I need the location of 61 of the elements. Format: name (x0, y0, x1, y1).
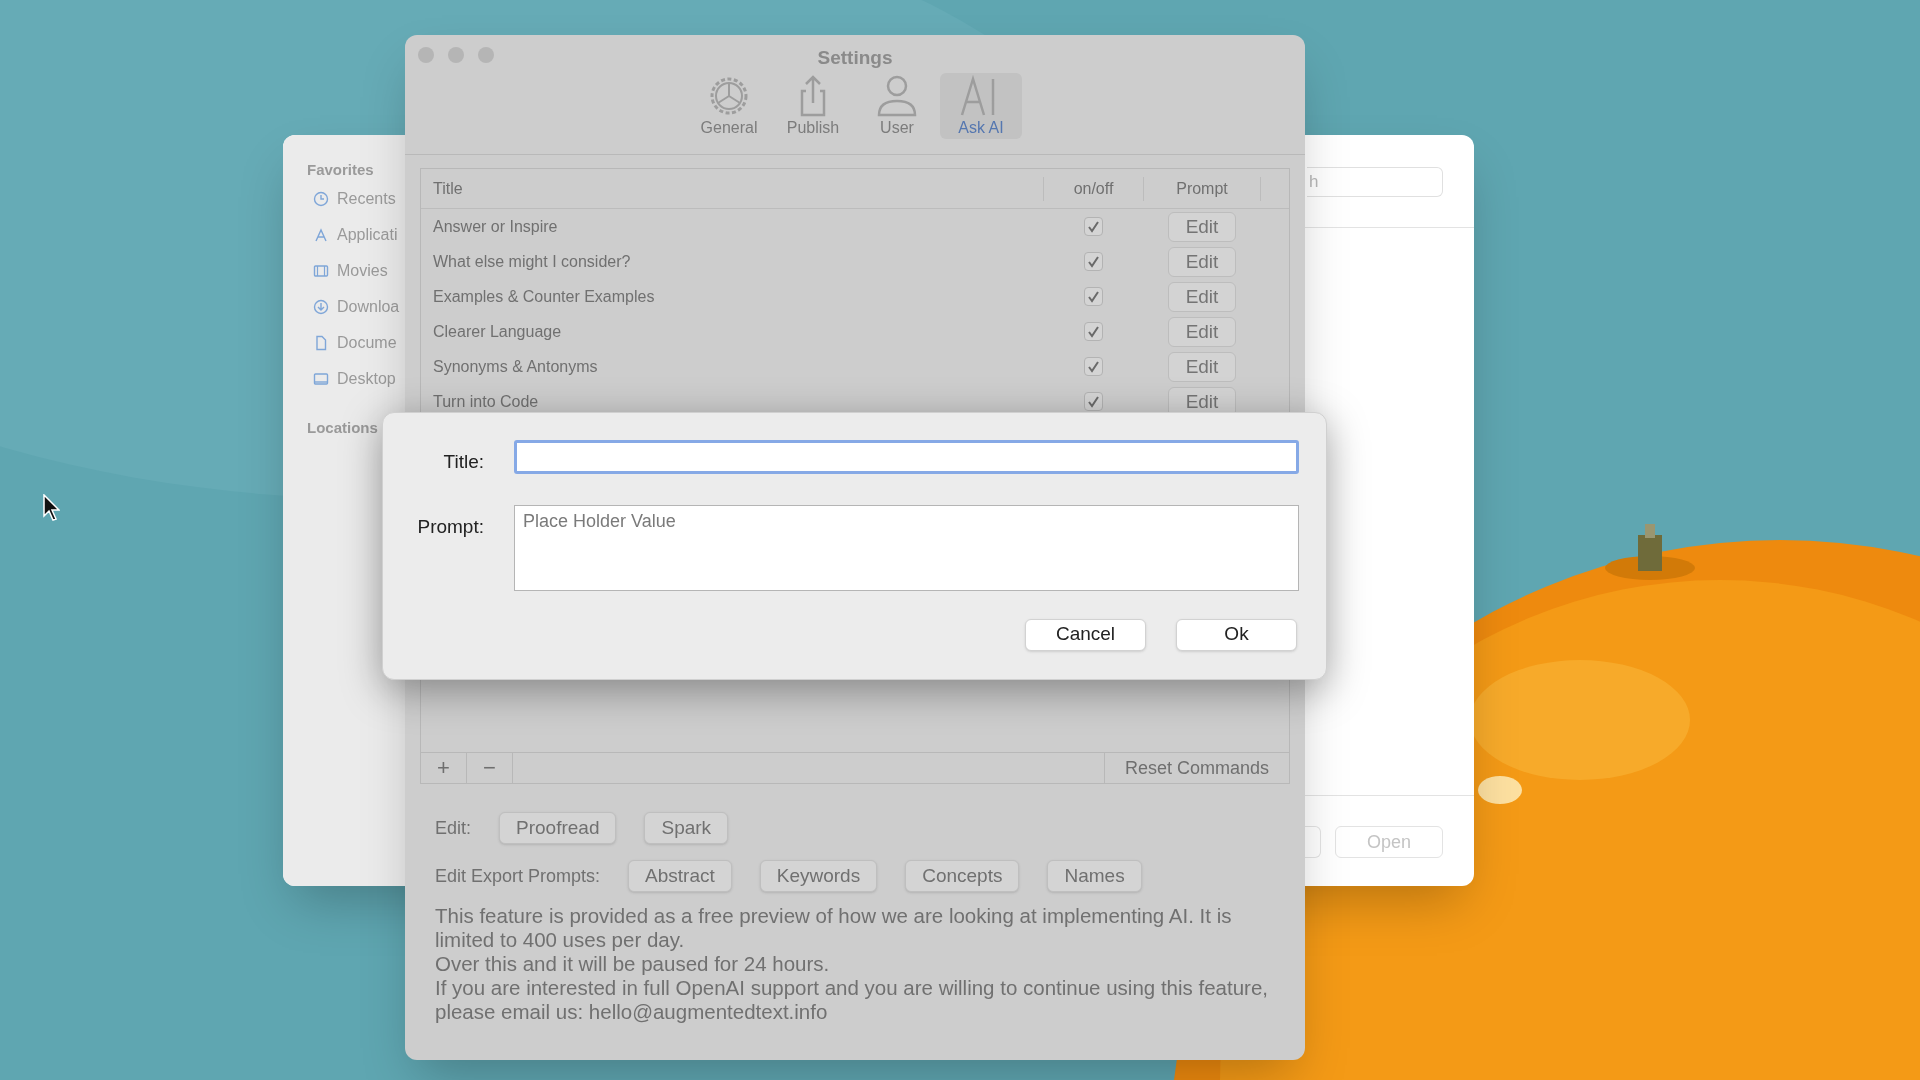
sidebar-item[interactable]: Docume (337, 331, 397, 355)
sidebar-item[interactable]: Recents (337, 187, 396, 211)
checkbox[interactable] (1083, 357, 1103, 376)
download-icon (313, 299, 329, 315)
notice-text: This feature is provided as a free preview of how we are looking at implementing AI. It is limited to 400 uses per day. (435, 904, 1233, 952)
toolbar-tab[interactable]: Publish (772, 72, 854, 139)
sidebar-item[interactable]: Downloa (337, 295, 400, 319)
checkbox[interactable] (1083, 322, 1103, 341)
prompt-button[interactable]: Concepts (905, 860, 1020, 892)
checkbox[interactable] (1083, 392, 1103, 411)
field-label: Prompt: (416, 514, 484, 539)
toolbar-tab[interactable]: Ask AI (940, 72, 1022, 139)
checkbox[interactable] (1083, 287, 1103, 306)
table-cell-text: Clearer Language (432, 321, 563, 342)
mouse-pointer-icon (43, 494, 60, 521)
toolbar-tab[interactable]: General (688, 72, 770, 139)
ok-button[interactable]: Ok (1176, 618, 1297, 651)
desktop-icon (313, 371, 329, 387)
column-header: Title (432, 178, 464, 199)
notice-text: If you are interested in full OpenAI support and you are willing to continue using this feature, please email us: hello@augmentedtext.info (435, 976, 1270, 1024)
reset-commands-button[interactable]: Reset Commands (1104, 753, 1289, 783)
prompt-button[interactable]: Keywords (759, 860, 878, 892)
toolbar-tab[interactable]: User (856, 72, 938, 139)
window-title: Settings (817, 46, 893, 70)
edit-button[interactable]: Edit (1168, 351, 1236, 382)
column-header: Prompt (1143, 176, 1261, 201)
sidebar-item[interactable]: Movies (337, 259, 388, 283)
notice-text: Over this and it will be paused for 24 hours. (435, 952, 831, 976)
cancel-button[interactable]: Cancel (1025, 618, 1146, 651)
table-cell-text: What else might I consider? (432, 251, 632, 272)
table-cell-text: Synonyms & Antonyms (432, 356, 599, 377)
checkbox[interactable] (1083, 217, 1103, 236)
add-button[interactable]: + (421, 753, 467, 783)
row-label: Edit: (435, 816, 472, 840)
prompt-button[interactable]: Abstract (628, 860, 732, 892)
sidebar-item[interactable]: Applicati (337, 223, 398, 247)
prompt-button[interactable]: Spark (644, 812, 729, 844)
edit-button[interactable]: Edit (1168, 246, 1236, 277)
edit-button[interactable]: Edit (1168, 281, 1236, 312)
edit-button[interactable]: Edit (1168, 211, 1236, 242)
open-button[interactable]: Open (1335, 826, 1443, 858)
prompt-button[interactable]: Proofread (499, 812, 617, 844)
column-header: on/off (1043, 176, 1143, 201)
film-icon (313, 263, 329, 279)
title-field[interactable] (514, 440, 1299, 474)
search-field[interactable]: h (1307, 167, 1443, 197)
table-cell-text: Examples & Counter Examples (432, 286, 656, 307)
sidebar-section-title: Favorites (307, 160, 375, 180)
prompt-field[interactable]: Place Holder Value (514, 504, 1299, 591)
prompt-button[interactable]: Names (1047, 860, 1142, 892)
sidebar-section-title: Locations (307, 418, 379, 438)
checkbox[interactable] (1083, 252, 1103, 271)
remove-button[interactable]: − (467, 753, 513, 783)
field-label: Title: (442, 450, 484, 474)
table-cell-text: Answer or Inspire (432, 216, 559, 237)
edit-button[interactable]: Edit (1168, 316, 1236, 347)
document-icon (313, 335, 329, 351)
table-cell-text: Turn into Code (432, 391, 540, 412)
row-label: Edit Export Prompts: (435, 864, 601, 888)
clock-icon (313, 191, 329, 207)
sidebar-item[interactable]: Desktop (337, 367, 396, 391)
